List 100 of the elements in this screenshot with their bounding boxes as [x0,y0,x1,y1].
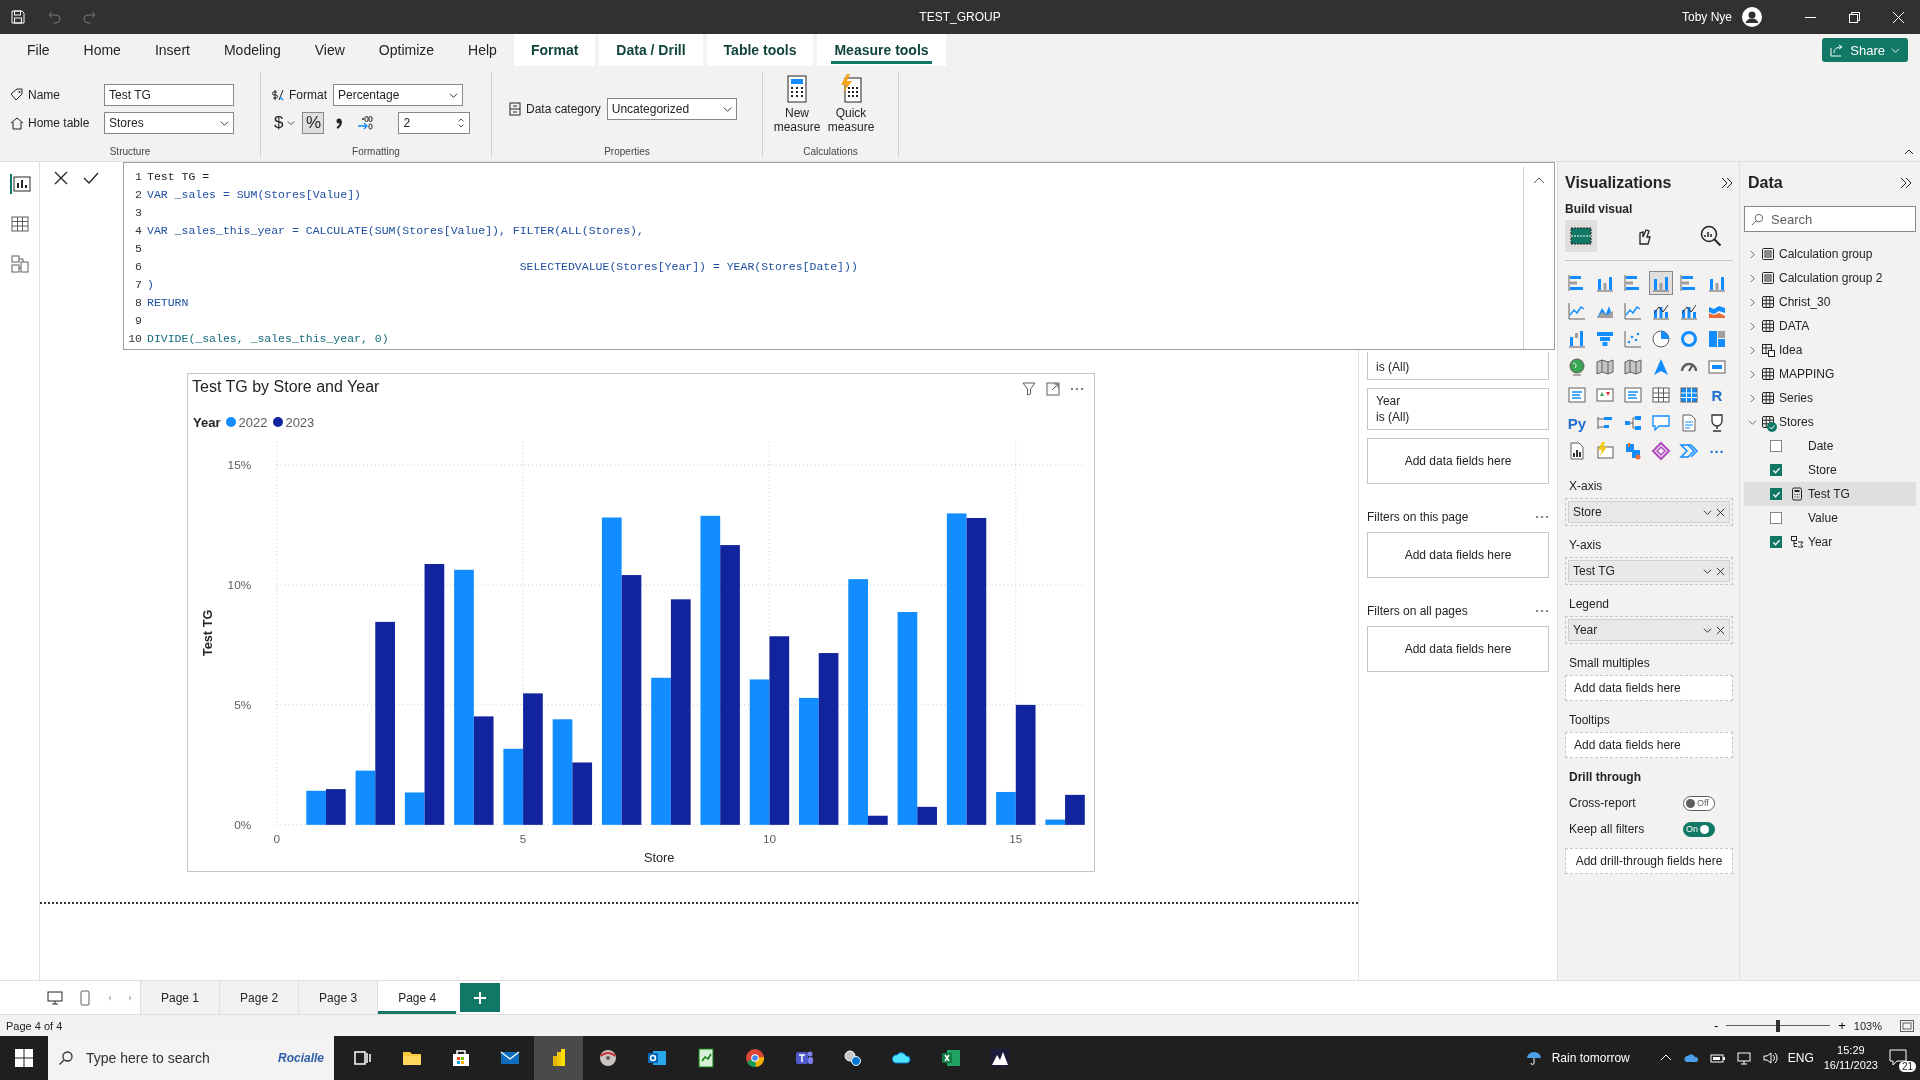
search-highlight[interactable]: Rocialle [277,1051,324,1065]
drop-zone[interactable]: Add data fields here [1367,438,1549,484]
build-visual-icon[interactable] [1565,220,1597,252]
filter-card[interactable]: Year is (All) [1367,388,1549,430]
bar-chart-icon[interactable] [534,1036,583,1080]
field-item[interactable]: Year [1744,530,1916,554]
chevron-icon[interactable] [1748,345,1757,355]
collapse-pane-icon[interactable] [1900,177,1912,189]
zoom-in-button[interactable]: + [1838,1018,1846,1033]
ribbon-tab[interactable]: Table tools [706,34,814,66]
field-pill[interactable]: Test TG [1568,560,1730,582]
speaker-icon[interactable] [1761,1050,1778,1066]
fit-to-page-icon[interactable] [1900,1019,1914,1032]
table-item[interactable]: Idea [1744,338,1916,362]
drop-zone[interactable]: Add data fields here [1367,532,1549,578]
language-indicator[interactable]: ENG [1787,1051,1814,1065]
checkbox[interactable] [1770,464,1782,476]
chevron-down-icon[interactable] [1703,566,1712,576]
ribbon-tab[interactable]: Home [66,34,138,66]
chevron-icon[interactable] [1748,297,1757,307]
drop-zone[interactable]: Add drill-through fields here [1565,848,1733,874]
ribbon-tab[interactable]: View [297,34,362,66]
chevron-icon[interactable] [1748,417,1757,427]
slider-thumb[interactable] [1776,1019,1781,1032]
drop-zone[interactable]: Add data fields here [1367,626,1549,672]
chevron-icon[interactable] [1748,249,1757,259]
table-item[interactable]: Calculation group 2 [1744,266,1916,290]
name-field[interactable]: Test TG [104,84,234,106]
share-button[interactable]: Share [1822,38,1908,62]
drop-zone[interactable]: Add data fields here [1565,732,1733,758]
measure-button[interactable]: Quick measure [827,74,875,135]
page-tab[interactable]: Page 2 [219,981,299,1014]
network-icon[interactable] [1735,1050,1752,1066]
checkbox[interactable] [1770,536,1782,548]
column-chart-icon[interactable] [1649,271,1673,295]
page-tab[interactable]: Page 1 [140,981,220,1014]
table-item[interactable]: MAPPING [1744,362,1916,386]
field-item[interactable]: Value [1744,506,1916,530]
visual-type-button[interactable]: ··· [1705,439,1729,463]
page-tab[interactable]: Page 4 [377,981,457,1014]
table-item[interactable]: Series [1744,386,1916,410]
umbrella-icon[interactable] [1525,1050,1542,1066]
more-options-icon[interactable] [1535,515,1549,519]
decimal-places-spinner[interactable]: 2 [398,112,471,134]
field-pill[interactable]: Store [1568,501,1730,523]
zoom-out-button[interactable]: - [1713,1018,1719,1033]
checkbox[interactable] [1770,440,1782,452]
checkbox[interactable] [1770,512,1782,524]
ribbon-tab[interactable]: Optimize [361,34,452,66]
page-tab[interactable]: Page 3 [298,981,378,1014]
toggle-switch[interactable]: Off [1683,795,1715,811]
measure-button[interactable]: New measure [773,74,821,135]
format-dropdown[interactable]: Percentage [333,84,463,106]
collapse-icon[interactable] [1904,147,1914,157]
remove-icon[interactable] [1716,507,1725,517]
home-table-dropdown[interactable]: Stores [104,112,234,134]
ribbon-tab[interactable]: Measure tools [817,34,946,66]
chevron-icon[interactable] [1748,273,1757,283]
spin-arrows-icon[interactable] [457,117,466,129]
chevron-icon[interactable] [1748,321,1757,331]
search-field[interactable]: Type here to search Rocialle [48,1036,334,1080]
data-category-dropdown[interactable]: Uncategorized [606,98,737,120]
ribbon-tab[interactable]: File [10,34,67,66]
table-item[interactable]: Stores [1744,410,1916,434]
remove-icon[interactable] [1716,625,1725,635]
toggle-switch[interactable]: On [1683,821,1715,837]
diamond-icon[interactable] [1649,439,1673,463]
table-item[interactable]: DATA [1744,314,1916,338]
focus-mode-icon[interactable] [1046,382,1060,396]
ribbon-tab[interactable]: Modeling [206,34,298,66]
avatar-icon[interactable] [1742,7,1762,27]
filter-icon[interactable] [1022,382,1036,396]
chevron-icon[interactable] [1748,393,1757,403]
collapse-pane-icon[interactable] [1721,177,1733,189]
pie-chart-icon[interactable] [1649,327,1673,351]
more-options-icon[interactable] [1535,609,1549,613]
table-item[interactable]: Christ_30 [1744,290,1916,314]
ribbon-tab[interactable]: Format [513,34,596,66]
percent-button[interactable]: % [302,112,325,134]
add-page-button[interactable] [460,983,501,1012]
field-pill[interactable]: Year [1568,619,1730,641]
visual-type-button[interactable]: Py [1565,411,1589,435]
ribbon-tab[interactable]: Data / Drill [599,34,703,66]
table-item[interactable]: Calculation group [1744,242,1916,266]
chevron-down-icon[interactable] [1703,507,1712,517]
chevron-down-icon[interactable] [1703,625,1712,635]
field-item[interactable]: Store [1744,458,1916,482]
ribbon-tab[interactable]: Help [451,34,514,66]
table-view-icon[interactable] [9,214,30,234]
search-field[interactable]: Search [1744,206,1916,232]
filter-card[interactable]: is (All) [1367,352,1549,380]
ribbon-tab[interactable]: Insert [137,34,207,66]
clock-time[interactable]: 15:29 [1837,1043,1865,1058]
clock-date[interactable]: 16/11/2023 [1823,1058,1878,1073]
currency-button[interactable]: $ [271,112,299,134]
visual-type-button[interactable]: R [1705,383,1729,407]
chart-visual[interactable]: Test TG by Store and Year Year 2022 2023 0% 5% 10% 15% 0 5 10 15 Store Test TG [187,373,1095,872]
field-item[interactable]: Date [1744,434,1916,458]
chevron-icon[interactable] [1748,369,1757,379]
checkbox[interactable] [1770,488,1782,500]
